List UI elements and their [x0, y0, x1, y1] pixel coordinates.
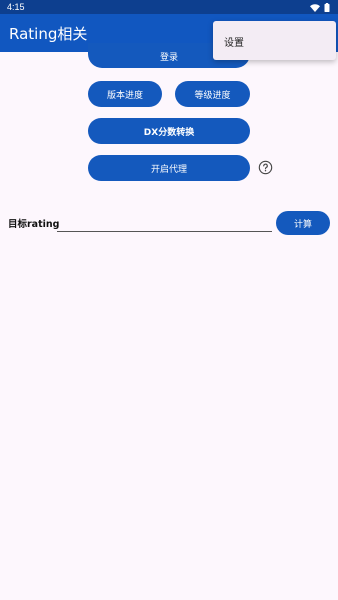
level-progress-button[interactable]: 等级进度 — [175, 81, 250, 107]
calculate-button[interactable]: 计算 — [276, 211, 330, 235]
enable-proxy-button[interactable]: 开启代理 — [88, 155, 250, 181]
dx-score-convert-button[interactable]: DX分数转换 — [88, 118, 250, 144]
target-rating-label: 目标rating — [8, 219, 60, 230]
target-rating-input[interactable] — [57, 214, 272, 232]
status-icons — [310, 3, 330, 12]
status-bar: 4:15 — [0, 0, 338, 14]
version-progress-button[interactable]: 版本进度 — [88, 81, 162, 107]
question-circle-icon[interactable] — [258, 160, 273, 175]
wifi-icon — [310, 3, 320, 12]
battery-icon — [324, 3, 330, 12]
page-title: Rating相关 — [9, 25, 88, 43]
menu-item-settings[interactable]: 设置 — [224, 34, 244, 49]
overflow-menu: 设置 — [213, 21, 336, 60]
app-screen: 4:15 Rating相关 登录 版本进度 等级进度 DX分数转换 开启代理 目… — [0, 0, 338, 600]
status-time: 4:15 — [7, 2, 25, 12]
